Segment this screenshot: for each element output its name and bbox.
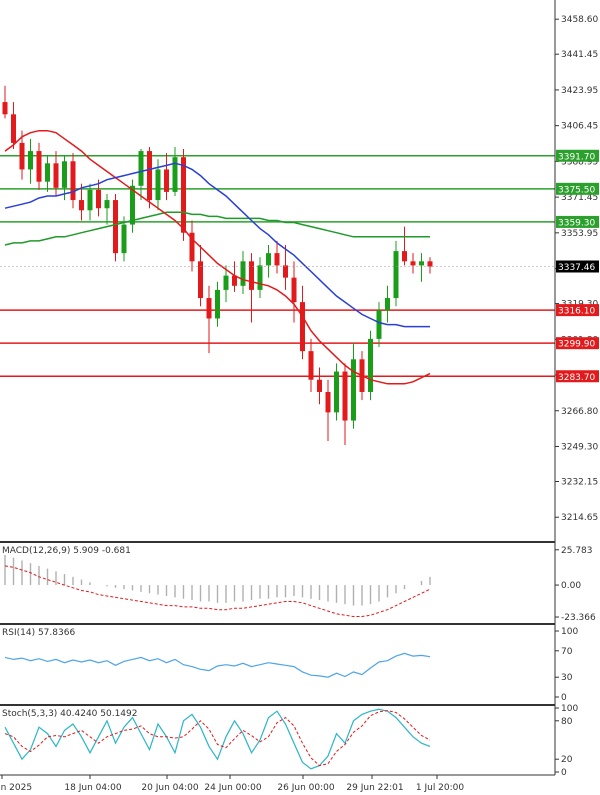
candle-body [198,261,203,299]
candle-body [393,251,399,299]
stoch-tick-label: 0 [561,768,567,778]
stoch-tick-label: 80 [561,717,573,727]
y-tick-label: 3266.80 [561,407,598,417]
ma-green-line [4,211,430,246]
candle-body [104,200,110,209]
candle-body [342,371,348,421]
main-price-panel: 3458.603441.453423.953406.453388.953371.… [0,15,599,523]
rsi-tick-label: 30 [561,673,573,683]
rsi-tick-label: 0 [561,693,567,703]
candle-body [138,151,144,186]
y-tick-label: 3232.15 [561,477,598,487]
x-tick-label: 18 Jun 04:00 [64,783,121,793]
level-label: 3359.30 [558,218,595,228]
candle-body [62,161,67,188]
last-price-label: 3337.46 [558,263,595,273]
rsi-tick-label: 100 [561,627,578,637]
rsi-tick-label: 70 [561,647,573,657]
candle-body [300,302,305,352]
macd-tick-label: -23.366 [561,613,596,623]
macd-title: MACD(12,26,9) 5.909 -0.681 [2,546,131,556]
candle-body [274,253,280,266]
level-label: 3391.70 [558,152,595,162]
x-tick-label: 24 Jun 00:00 [204,783,261,793]
candle-body [334,371,339,413]
x-tick-label: 16 Jun 2025 [0,783,32,793]
macd-tick-label: 0.00 [561,581,581,591]
macd-tick-label: 25.783 [561,546,593,556]
candle-body [96,189,101,209]
candle-body [402,251,407,262]
ma-red-line [4,129,431,385]
axes: 16 Jun 2025 18 Jun 04:00 20 Jun 04:00 24 Ju… [0,0,556,793]
candle-body [291,277,297,303]
candle-body [113,200,118,254]
candle-body [70,161,76,201]
y-tick-label: 3423.95 [561,86,598,96]
candle-body [181,157,186,233]
candle-body [376,310,382,339]
candle-body [87,189,93,211]
level-label: 3299.90 [558,340,595,350]
candle-body [155,169,161,201]
x-tick-label: 1 Jul 20:00 [416,783,465,793]
y-tick-label: 3249.30 [561,442,598,452]
candle-body [121,224,127,254]
stoch-tick-label: 20 [561,755,573,765]
candle-body [249,261,254,290]
x-tick-label: 29 Jun 22:01 [346,783,403,793]
candle-body [385,298,390,311]
candle-body [410,261,416,266]
candle-body [172,157,178,192]
candle-body [257,265,263,290]
candle-body [2,102,8,115]
y-tick-label: 3458.60 [561,15,598,25]
y-tick-label: 3353.95 [561,229,598,239]
candle-body [351,359,356,421]
rsi-title: RSI(14) 57.8366 [2,628,75,638]
candle-body [317,379,322,392]
candle-body [325,391,331,413]
candle-body [28,151,33,170]
y-tick-label: 3406.45 [561,122,598,132]
stoch-tick-label: 100 [561,704,578,714]
candle-body [79,200,84,211]
y-tick-label: 3441.45 [561,50,598,60]
chart: 3458.603441.453423.953406.453388.953371.… [0,0,599,793]
candle-body [266,253,271,266]
candle-body [147,151,152,201]
x-tick-label: 20 Jun 04:00 [141,783,198,793]
x-tick-label: 26 Jun 00:00 [277,783,334,793]
stoch-title: Stoch(5,3,3) 40.4240 50.1492 [2,709,137,719]
rsi-line [4,652,431,678]
candle-body [240,261,246,286]
candle-body [427,261,433,267]
candle-body [53,163,59,188]
candle-body [419,261,424,266]
stoch-panel: Stoch(5,3,3) 40.4240 50.1492 100 80 20 0 [2,704,578,778]
candle-body [215,289,220,319]
macd-panel: MACD(12,26,9) 5.909 -0.681 25.783 0.00 -23.… [2,546,596,623]
candle-body [36,151,42,182]
candle-body [11,114,16,143]
level-label: 3375.50 [558,185,595,195]
level-label: 3316.10 [558,307,595,317]
candle-body [45,163,50,182]
candle-body [206,298,212,319]
candle-body [368,338,373,392]
candle-body [223,275,229,290]
rsi-panel: RSI(14) 57.8366 100 70 30 0 [2,627,578,703]
y-tick-label: 3214.65 [561,513,598,523]
candle-body [164,169,169,192]
candle-body [19,142,25,170]
level-label: 3283.70 [558,373,595,383]
candle-body [283,265,288,278]
candle-body [308,351,314,380]
